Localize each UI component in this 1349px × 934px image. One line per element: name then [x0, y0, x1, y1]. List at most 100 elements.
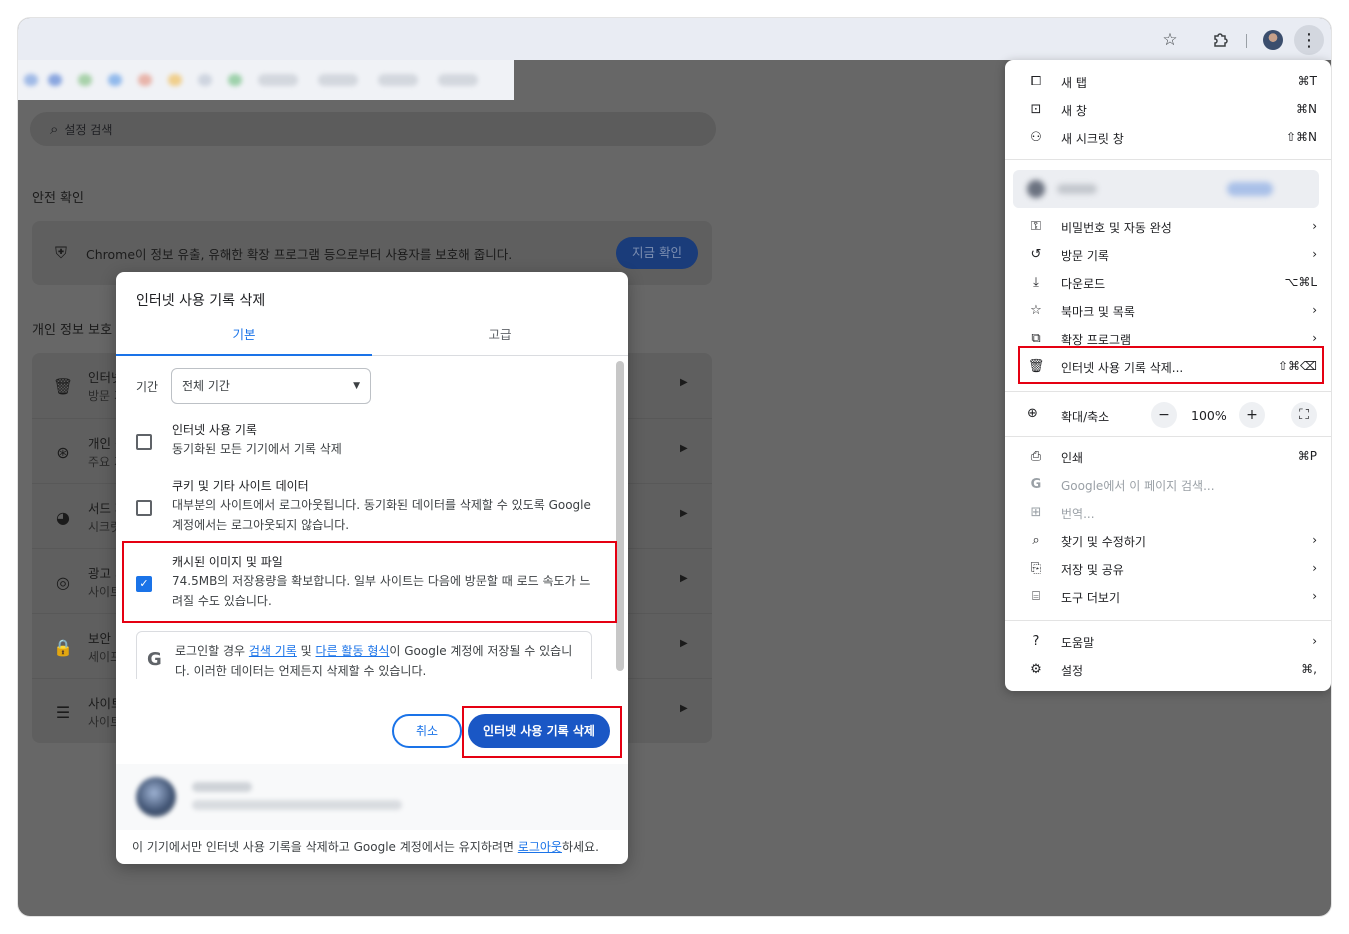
chevron-right-icon: › [1312, 533, 1317, 547]
dialog-scrollbar[interactable] [616, 361, 624, 671]
tab-advanced[interactable]: 고급 [372, 322, 628, 356]
bookmark-star-icon[interactable]: ☆ [1156, 26, 1184, 54]
chevron-right-icon: › [1312, 247, 1317, 261]
menu-settings[interactable]: ⚙ 설정 ⌘, [1005, 656, 1331, 684]
bookmark-item[interactable] [318, 74, 358, 86]
highlight-box-clear-menu-item [1018, 346, 1324, 384]
key-icon: ⚿ [1031, 219, 1041, 234]
browser-toolbar: ☆ ⋮ [18, 18, 1331, 60]
menu-translate[interactable]: ⊞ 번역... [1005, 499, 1331, 527]
settings-search-placeholder: 설정 검색 [64, 122, 113, 137]
menu-new-incognito[interactable]: ⚇ 새 시크릿 창 ⇧⌘N [1005, 124, 1331, 152]
menu-bookmarks[interactable]: ☆ 북마크 및 목록 › [1005, 297, 1331, 325]
search-icon: ⌕ [50, 120, 59, 138]
menu-profile-row[interactable] [1013, 170, 1319, 208]
cookie-icon: ◕ [56, 507, 70, 527]
fullscreen-button[interactable]: ⛶ [1291, 402, 1317, 428]
bookmark-item[interactable] [198, 74, 212, 86]
bookmark-item[interactable] [108, 74, 122, 86]
menu-more-tools[interactable]: ⌸ 도구 더보기 › [1005, 583, 1331, 611]
menu-label: 인쇄 [1061, 451, 1084, 465]
toolbar-separator [1246, 34, 1247, 48]
chevron-right-icon: › [1312, 561, 1317, 575]
menu-new-window[interactable]: ⊡ 새 창 ⌘N [1005, 96, 1331, 124]
menu-passwords[interactable]: ⚿ 비밀번호 및 자동 완성 › [1005, 213, 1331, 241]
bookmark-item[interactable] [78, 74, 92, 86]
option-desc: 대부분의 사이트에서 로그아웃됩니다. 동기화된 데이터를 삭제할 수 있도록 … [172, 498, 591, 532]
dialog-tabs: 기본 고급 [116, 322, 628, 356]
menu-separator [1005, 391, 1331, 392]
menu-separator [1005, 620, 1331, 621]
chevron-right-icon: › [1312, 303, 1317, 317]
tab-basic[interactable]: 기본 [116, 322, 372, 356]
zoom-in-button[interactable]: + [1239, 402, 1265, 428]
chevron-right-icon: ▶ [680, 703, 688, 714]
google-g-icon: G [1030, 477, 1042, 492]
option-title: 인터넷 사용 기록 [172, 423, 257, 437]
menu-shortcut: ⇧⌘N [1285, 130, 1317, 144]
printer-icon: ⎙ [1030, 449, 1042, 464]
bookmark-item[interactable] [438, 74, 478, 86]
menu-separator [1005, 159, 1331, 160]
highlight-box-cached-option [122, 541, 617, 623]
menu-label: 도움말 [1061, 636, 1095, 650]
check-now-button[interactable]: 지금 확인 [616, 237, 698, 269]
sliders-icon: ☰ [55, 702, 71, 722]
zoom-icon: ⊕ [1027, 406, 1038, 421]
extensions-icon[interactable] [1206, 26, 1234, 54]
menu-help[interactable]: ? 도움말 › [1005, 628, 1331, 656]
browsing-history-checkbox[interactable] [136, 434, 152, 450]
other-activity-link[interactable]: 다른 활동 형식 [316, 644, 390, 658]
more-options-icon[interactable]: ⋮ [1294, 25, 1324, 55]
lock-icon: 🔒 [53, 637, 73, 657]
chevron-right-icon: › [1312, 331, 1317, 345]
sign-out-link[interactable]: 로그아웃 [518, 840, 562, 854]
menu-shortcut: ⌘P [1297, 449, 1317, 463]
time-range-value: 전체 기간 [182, 379, 230, 393]
bookmark-item[interactable] [258, 74, 298, 86]
menu-print[interactable]: ⎙ 인쇄 ⌘P [1005, 443, 1331, 471]
menu-label: 비밀번호 및 자동 완성 [1061, 221, 1172, 235]
info-prefix: 로그인할 경우 [175, 644, 249, 658]
help-icon: ? [1032, 634, 1040, 649]
bookmark-item[interactable] [48, 74, 62, 86]
bookmark-item[interactable] [168, 74, 182, 86]
trash-icon: 🗑 [52, 376, 74, 396]
menu-downloads[interactable]: ⤓ 다운로드 ⌥⌘L [1005, 269, 1331, 297]
zoom-out-button[interactable]: − [1151, 402, 1177, 428]
account-email-blurred [192, 800, 402, 810]
menu-separator [1005, 436, 1331, 437]
download-icon: ⤓ [1033, 275, 1039, 290]
time-range-select[interactable]: 전체 기간 ▼ [171, 368, 371, 404]
menu-shortcut: ⌘T [1297, 74, 1317, 88]
find-in-page-icon: ⌕ [1032, 533, 1040, 548]
history-icon: ↺ [1030, 247, 1042, 262]
menu-history[interactable]: ↺ 방문 기록 › [1005, 241, 1331, 269]
chevron-right-icon: ▶ [680, 377, 688, 388]
menu-save-share[interactable]: ⎘ 저장 및 공유 › [1005, 555, 1331, 583]
browser-window: ☆ ⋮ ⌕ 설정 검색 안전 확인 ⛨ Chrome이 정보 유출, 유해한 확 [18, 18, 1331, 916]
account-info-text: 로그인할 경우 검색 기록 및 다른 활동 형식이 Google 계정에 저장될… [175, 641, 585, 679]
menu-label: 방문 기록 [1061, 249, 1109, 263]
bookmark-item[interactable] [138, 74, 152, 86]
menu-label: 설정 [1061, 664, 1084, 678]
settings-search[interactable]: ⌕ 설정 검색 [30, 112, 716, 146]
account-section [116, 764, 628, 830]
menu-new-tab[interactable]: ⧠ 새 탭 ⌘T [1005, 68, 1331, 96]
menu-label: Google에서 이 페이지 검색... [1061, 479, 1215, 493]
profile-avatar[interactable] [1263, 30, 1283, 50]
menu-shortcut: ⌘, [1301, 662, 1317, 676]
cookies-checkbox[interactable] [136, 500, 152, 516]
bookmark-item[interactable] [228, 74, 242, 86]
menu-label: 다운로드 [1061, 277, 1106, 291]
chevron-right-icon: › [1312, 634, 1317, 648]
search-history-link[interactable]: 검색 기록 [249, 644, 297, 658]
menu-search-page-google[interactable]: G Google에서 이 페이지 검색... [1005, 471, 1331, 499]
safety-check-title: 안전 확인 [32, 191, 84, 206]
menu-find-edit[interactable]: ⌕ 찾기 및 수정하기 › [1005, 527, 1331, 555]
menu-shortcut: ⌥⌘L [1284, 275, 1317, 289]
cancel-button[interactable]: 취소 [392, 714, 462, 748]
bookmark-item[interactable] [378, 74, 418, 86]
zoom-value: 100% [1191, 408, 1227, 423]
bookmark-item[interactable] [24, 74, 38, 86]
